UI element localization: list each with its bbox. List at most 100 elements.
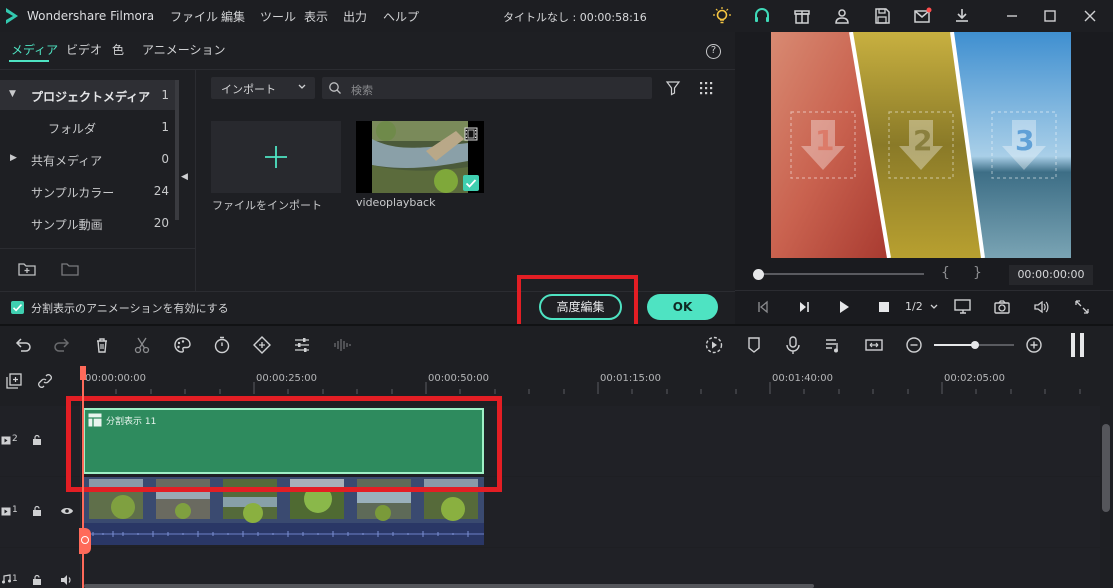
preview-progress-knob[interactable] [753, 269, 764, 280]
ratio-chevron-icon[interactable] [929, 302, 939, 312]
color-palette-icon[interactable] [171, 334, 193, 356]
video-thumbnail[interactable] [356, 121, 484, 193]
tree-item-sample-videos[interactable]: サンプル動画 20 [0, 208, 175, 238]
grid-view-icon[interactable] [699, 81, 713, 95]
split-animation-label: 分割表示のアニメーションを有効にする [31, 302, 229, 315]
close-icon[interactable] [1080, 6, 1100, 26]
volume-icon[interactable] [1032, 298, 1050, 316]
lock-icon[interactable] [32, 434, 42, 446]
preview-controls-divider [735, 290, 1113, 291]
video-track-icon [1, 436, 11, 445]
zoom-slider-knob[interactable] [971, 341, 979, 349]
import-dropdown[interactable]: インポート [211, 77, 315, 99]
zoom-slider-fill [934, 344, 976, 346]
fit-timeline-icon[interactable] [863, 334, 885, 356]
menu-file[interactable]: ファイル [170, 8, 218, 25]
search-input[interactable]: 検索 [322, 77, 652, 99]
add-track-icon[interactable] [5, 372, 23, 390]
menu-view[interactable]: 表示 [304, 8, 328, 25]
timeline-horizontal-scrollbar[interactable] [84, 584, 814, 588]
display-icon[interactable] [953, 298, 973, 316]
advanced-edit-button[interactable]: 高度編集 [539, 294, 622, 320]
preview-number-2: 2 [913, 124, 933, 157]
tree-item-sample-colors[interactable]: サンプルカラー 24 [0, 176, 175, 206]
project-title: タイトルなし : 00:00:58:16 [503, 11, 647, 24]
cut-icon[interactable] [131, 334, 153, 356]
playback-ratio[interactable]: 1/2 [905, 300, 923, 313]
fullscreen-icon[interactable] [1073, 298, 1091, 316]
stop-icon[interactable] [876, 299, 892, 315]
mark-in-brace[interactable]: { [941, 265, 950, 281]
zoom-in-icon[interactable] [1023, 334, 1045, 356]
folder-icon[interactable] [60, 260, 80, 278]
play-icon[interactable] [836, 299, 852, 315]
track-2-number: 2 [12, 434, 18, 444]
ruler-label-3: 00:01:15:00 [600, 373, 662, 384]
preview-progress-track[interactable] [759, 273, 924, 275]
next-frame-icon[interactable] [796, 299, 812, 315]
collapse-panel-button[interactable]: ◀ [181, 172, 193, 186]
tab-color[interactable]: 色 [112, 41, 124, 58]
audio-wave-icon[interactable] [331, 334, 353, 356]
microphone-icon[interactable] [782, 334, 804, 356]
marker-icon[interactable] [743, 334, 765, 356]
prev-frame-icon[interactable] [755, 299, 771, 315]
delete-icon[interactable] [91, 334, 113, 356]
ruler-label-0: 00:00:00:00 [85, 373, 147, 384]
voiceover-list-icon[interactable] [822, 334, 844, 356]
minimize-icon[interactable] [1002, 6, 1022, 26]
tab-divider [0, 69, 735, 70]
filter-icon[interactable] [665, 80, 681, 96]
snapshot-icon[interactable] [993, 298, 1011, 316]
playhead-line[interactable] [82, 366, 84, 588]
adjust-sliders-icon[interactable] [291, 334, 313, 356]
eye-icon[interactable] [60, 506, 74, 516]
render-preview-icon[interactable] [703, 334, 725, 356]
timeline-vertical-scrollbar[interactable] [1102, 424, 1110, 512]
mark-out-brace[interactable]: } [973, 265, 982, 281]
caret-down-icon: ▼ [9, 89, 16, 99]
film-icon [464, 127, 478, 141]
tree-item-shared-media[interactable]: ▶ 共有メディア 0 [0, 144, 175, 174]
new-folder-icon[interactable] [17, 260, 37, 278]
import-media-tile[interactable] [211, 121, 341, 193]
download-icon[interactable] [952, 6, 972, 26]
link-icon[interactable] [36, 372, 54, 390]
checkmark-icon [463, 175, 479, 191]
playhead-head[interactable] [80, 366, 86, 380]
ok-button[interactable]: OK [647, 294, 718, 320]
speed-timer-icon[interactable] [211, 334, 233, 356]
speaker-icon[interactable] [60, 574, 74, 586]
filmora-logo-icon [4, 7, 20, 25]
menu-export[interactable]: 出力 [343, 8, 367, 25]
help-icon[interactable]: ? [706, 44, 721, 59]
maximize-icon[interactable] [1040, 6, 1060, 26]
tree-item-folder[interactable]: フォルダ 1 [0, 112, 175, 142]
audio-track-icon [1, 574, 11, 584]
tab-animation[interactable]: アニメーション [142, 41, 226, 58]
pause-bars-icon[interactable] [1070, 333, 1086, 357]
menu-tools[interactable]: ツール [260, 8, 296, 25]
tree-scrollbar[interactable] [175, 80, 179, 220]
undo-icon[interactable] [12, 334, 34, 356]
title-bar: Wondershare Filmora ファイル 編集 ツール 表示 出力 ヘル… [0, 0, 1113, 32]
tree-item-project-media[interactable]: ▼ プロジェクトメディア 1 [0, 80, 175, 110]
lightbulb-icon[interactable] [712, 6, 732, 26]
user-icon[interactable] [832, 6, 852, 26]
ruler-label-1: 00:00:25:00 [256, 373, 318, 384]
tab-media[interactable]: メディア [11, 41, 58, 58]
save-icon[interactable] [872, 6, 892, 26]
split-animation-checkbox[interactable] [11, 301, 24, 314]
gift-icon[interactable] [792, 6, 812, 26]
redo-icon[interactable] [51, 334, 73, 356]
menu-edit[interactable]: 編集 [221, 8, 245, 25]
zoom-out-icon[interactable] [903, 334, 925, 356]
menu-help[interactable]: ヘルプ [383, 8, 419, 25]
mail-icon[interactable] [912, 6, 932, 26]
tab-video[interactable]: ビデオ [66, 41, 102, 58]
lock-icon[interactable] [32, 574, 42, 586]
keyframe-icon[interactable] [251, 334, 273, 356]
headset-icon[interactable] [752, 6, 772, 26]
lock-icon[interactable] [32, 505, 42, 517]
playhead-handle[interactable] [79, 528, 91, 554]
